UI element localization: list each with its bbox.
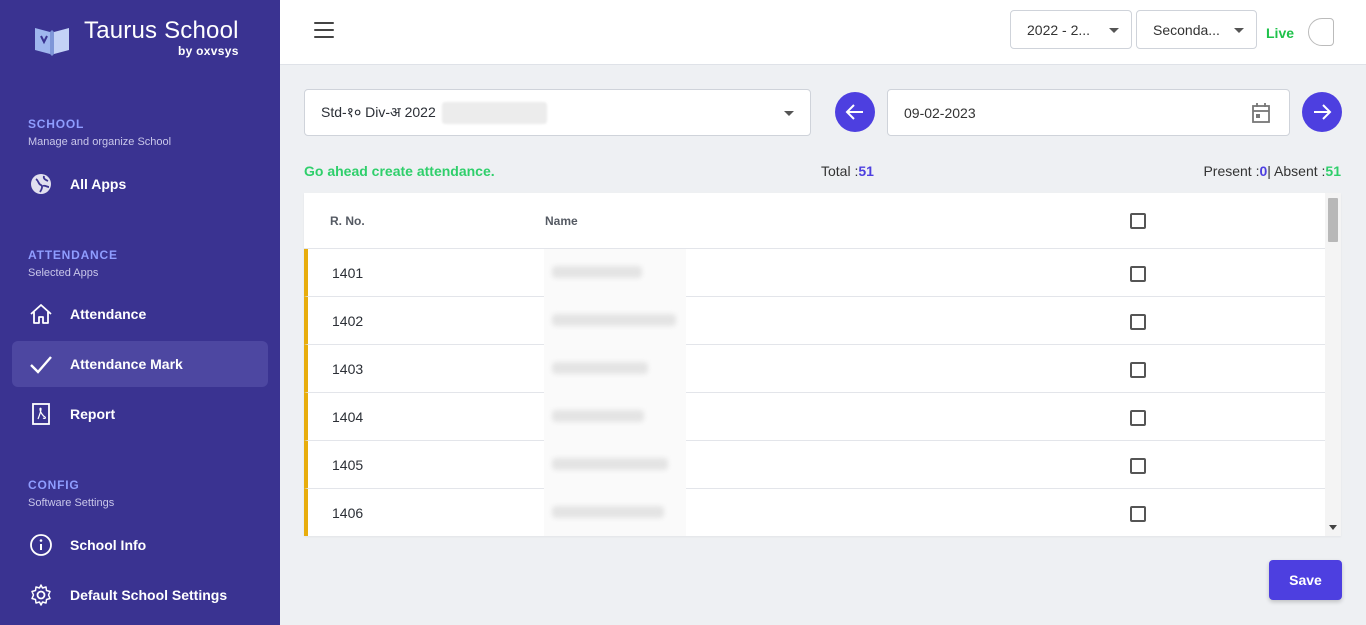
roll-number: 1403 (332, 361, 364, 377)
table-row: 1403 (304, 345, 1325, 393)
calendar-icon[interactable] (1251, 102, 1271, 124)
section-subtitle-school: Manage and organize School (28, 136, 172, 148)
previous-date-button[interactable] (835, 92, 875, 132)
row-checkbox[interactable] (1130, 410, 1146, 426)
absent-value: 51 (1325, 163, 1341, 179)
chevron-down-icon (1109, 28, 1119, 33)
student-name-redacted (544, 393, 686, 441)
student-name-redacted (544, 489, 686, 536)
total-value: 51 (858, 163, 874, 179)
sidebar-item-school-info[interactable]: School Info (12, 522, 268, 568)
menu-icon[interactable] (314, 22, 334, 40)
arrow-right-icon (1314, 104, 1332, 120)
table-row: 1401 (304, 249, 1325, 297)
brand[interactable]: Taurus School by oxvsys (32, 16, 239, 64)
academic-year-value: 2022 - 2... (1027, 21, 1091, 38)
sidebar-item-report[interactable]: Report (12, 391, 268, 437)
row-checkbox[interactable] (1130, 362, 1146, 378)
section-value: Seconda... (1153, 21, 1220, 38)
section-subtitle-attendance: Selected Apps (28, 267, 99, 279)
attendance-table: R. No. Name 1401 1402 1403 1404 1405 140… (304, 193, 1341, 536)
present-label: Present : (1203, 163, 1260, 179)
row-checkbox[interactable] (1130, 506, 1146, 522)
student-name-redacted (544, 297, 686, 345)
section-title-attendance: ATTENDANCE (28, 248, 118, 262)
table-header: R. No. Name (304, 193, 1325, 249)
total-count: Total :51 (821, 163, 874, 179)
brand-title: Taurus School (84, 17, 239, 44)
sidebar-item-label: Attendance Mark (70, 356, 183, 372)
sidebar-item-label: Report (70, 406, 116, 422)
brand-subtitle: by oxvsys (177, 44, 239, 58)
book-logo-icon (35, 28, 69, 56)
sidebar-item-label: Attendance (70, 306, 147, 322)
row-checkbox[interactable] (1130, 314, 1146, 330)
gear-icon (28, 582, 54, 608)
academic-year-select[interactable]: 2022 - 2... (1010, 10, 1132, 49)
check-icon (28, 351, 54, 377)
table-row: 1405 (304, 441, 1325, 489)
roll-number: 1402 (332, 313, 364, 329)
row-checkbox[interactable] (1130, 458, 1146, 474)
save-button[interactable]: Save (1269, 560, 1342, 600)
sidebar-item-default-school-settings[interactable]: Default School Settings (12, 572, 268, 618)
section-title-school: SCHOOL (28, 117, 85, 131)
info-icon (28, 532, 54, 558)
column-header-rno: R. No. (330, 214, 365, 228)
class-select-value: Std-१० Div-अ 2022 (321, 104, 436, 120)
date-field[interactable]: 09-02-2023 (887, 89, 1290, 136)
sidebar-item-label: Default School Settings (70, 587, 228, 603)
globe-icon (28, 171, 54, 197)
scrollbar-thumb[interactable] (1328, 198, 1338, 242)
class-select[interactable]: Std-१० Div-अ 2022 (304, 89, 811, 136)
next-date-button[interactable] (1302, 92, 1342, 132)
avatar[interactable] (1308, 18, 1334, 46)
roll-number: 1405 (332, 457, 364, 473)
redacted-text (441, 101, 547, 124)
sidebar-item-attendance[interactable]: Attendance (12, 291, 268, 337)
chevron-down-icon (784, 111, 794, 116)
sidebar: Taurus School by oxvsys SCHOOL Manage an… (0, 0, 280, 625)
roll-number: 1406 (332, 505, 364, 521)
table-scrollbar[interactable] (1325, 193, 1341, 536)
scroll-down-icon[interactable] (1329, 525, 1337, 530)
student-name-redacted (544, 249, 686, 297)
table-row: 1404 (304, 393, 1325, 441)
count-separator: | (1267, 163, 1271, 179)
sidebar-item-label: All Apps (70, 176, 127, 192)
sidebar-item-label: School Info (70, 537, 147, 553)
live-status: Live (1266, 25, 1295, 41)
section-title-config: CONFIG (28, 478, 80, 492)
home-icon (28, 301, 54, 327)
section-subtitle-config: Software Settings (28, 497, 115, 509)
total-label: Total : (821, 163, 859, 179)
student-name-redacted (544, 441, 686, 489)
status-message: Go ahead create attendance. (304, 163, 495, 179)
column-header-name: Name (545, 214, 578, 228)
table-row: 1402 (304, 297, 1325, 345)
chevron-down-icon (1234, 28, 1244, 33)
absent-label: Absent : (1274, 163, 1326, 179)
select-all-checkbox[interactable] (1130, 213, 1146, 229)
sidebar-item-all-apps[interactable]: All Apps (12, 161, 268, 207)
top-header: 2022 - 2... Seconda... Live (280, 0, 1366, 65)
sidebar-item-attendance-mark[interactable]: Attendance Mark (12, 341, 268, 387)
student-name-redacted (544, 345, 686, 393)
roll-number: 1401 (332, 265, 364, 281)
row-checkbox[interactable] (1130, 266, 1146, 282)
date-value: 09-02-2023 (904, 104, 976, 121)
table-row: 1406 (304, 489, 1325, 536)
roll-number: 1404 (332, 409, 364, 425)
pdf-icon (28, 401, 54, 427)
arrow-left-icon (845, 104, 863, 120)
present-absent-counts: Present :0| Absent :51 (1203, 163, 1341, 179)
section-select[interactable]: Seconda... (1136, 10, 1257, 49)
